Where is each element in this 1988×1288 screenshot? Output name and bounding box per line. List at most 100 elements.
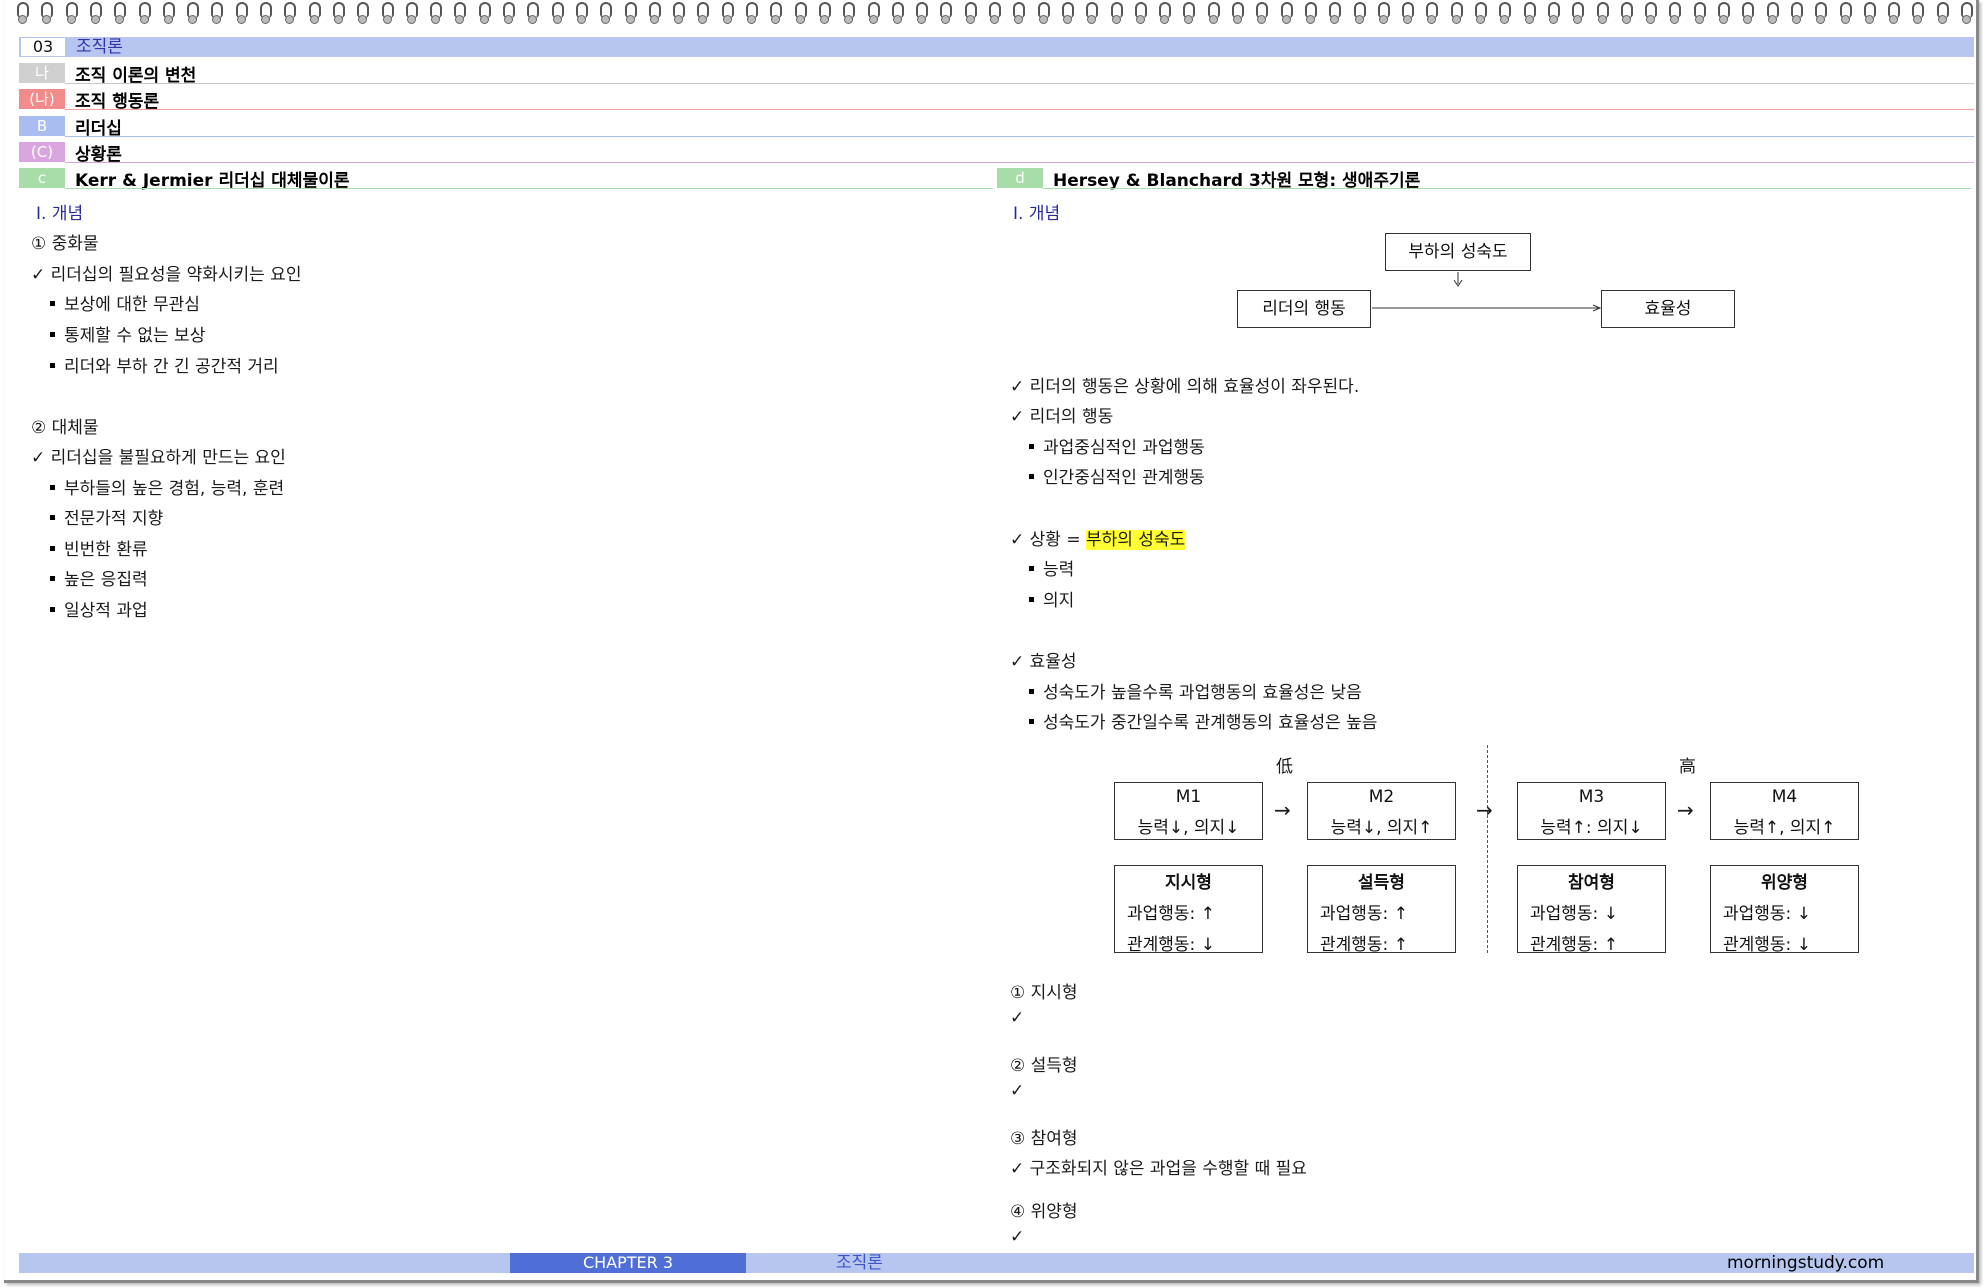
binder-ring-icon (575, 2, 588, 26)
diagram-label: 부하의 성숙도 (1408, 242, 1508, 262)
binder-ring-icon (259, 2, 272, 26)
binder-ring-icon (210, 2, 224, 26)
binder-ring-icon (1353, 2, 1366, 26)
style-relation: 관계행동: ↓ (1723, 935, 1811, 955)
arrow-icon: → (1274, 798, 1291, 822)
low-label: 低 (1276, 757, 1293, 777)
binder-ring-icon (1571, 2, 1585, 26)
binder-ring-icon (891, 2, 904, 26)
list-item-text: 부하들의 높은 경험, 능력, 훈련 (64, 479, 285, 499)
binder-ring-icon (1668, 2, 1682, 26)
binder-ring-icon (867, 2, 880, 26)
list-item: 부하들의 높은 경험, 능력, 훈련 (50, 474, 284, 499)
binder-ring-icon (1061, 2, 1074, 26)
maturity-box-m3: M3 능력↑: 의지↓ (1517, 782, 1666, 840)
maturity-box-m1: M1 능력↓, 의지↓ (1114, 782, 1263, 840)
binder-ring-icon (1280, 2, 1293, 26)
binder-ring-icon (745, 2, 758, 26)
binder-ring-icon (551, 2, 564, 26)
section-title: 조직론 (76, 37, 123, 57)
header-title: 상황론 (75, 144, 122, 165)
binder-ring-icon (818, 2, 831, 26)
bullet-icon (1029, 443, 1034, 449)
left-subheading-2: ② 대체물 (31, 418, 99, 438)
binder-ring-icon (356, 2, 370, 26)
header-row-1: 나 조직 이론의 변천 (19, 63, 196, 86)
maturity-code: M3 (1578, 787, 1605, 807)
list-item-text: 보상에 대한 무관심 (64, 295, 200, 315)
right-check-2: ✓ 리더의 행동 (1010, 407, 1114, 427)
binder-ring-icon (1523, 2, 1536, 26)
page: 03 조직론 나 조직 이론의 변천 (나) 조직 행동론 B 리더십 (C) … (4, 0, 1979, 1283)
binder-ring-icon (405, 2, 418, 26)
item-title: ① 지시형 (1010, 983, 1078, 1003)
bullet-icon (50, 606, 55, 612)
style-name: 지시형 (1165, 873, 1212, 893)
header-tag: (나) (19, 89, 65, 109)
check-text: ✓ 상황 = (1010, 530, 1081, 550)
left-heading: Ⅰ. 개념 (36, 204, 84, 224)
footer-bar (19, 1253, 1974, 1273)
list-item: 빈번한 환류 (50, 535, 148, 560)
binder-ring-icon (1741, 2, 1755, 26)
header-line (65, 162, 1974, 163)
binder-ring-icon (721, 2, 734, 26)
binder-ring-icon (1911, 2, 1925, 26)
list-item-text: 성숙도가 중간일수록 관계행동의 효율성은 높음 (1043, 713, 1378, 733)
binder-ring-icon (1596, 2, 1609, 26)
style-box-delegating: 위양형 과업행동: ↓ 관계행동: ↓ (1710, 865, 1859, 955)
header-tag: 나 (19, 63, 65, 83)
bullet-icon (50, 300, 55, 306)
list-item-text: 전문가적 지향 (64, 509, 164, 529)
list-item-text: 의지 (1043, 591, 1075, 611)
binder-ring-icon (1304, 2, 1317, 26)
right-check-3: ✓ 상황 = 부하의 성숙도 (1010, 525, 1186, 550)
binder-ring-icon (988, 2, 1001, 26)
right-column-header: d Hersey & Blanchard 3차원 모형: 생애주기론 (997, 168, 1420, 191)
style-name: 설득형 (1358, 873, 1405, 893)
binder-ring-icon (1450, 2, 1463, 26)
binder-ring-icon (1790, 2, 1803, 26)
bullet-icon (1029, 688, 1034, 694)
diagram-connectors (1372, 272, 1602, 312)
binder-ring-icon (1085, 2, 1099, 26)
header-line (65, 83, 1974, 84)
maturity-box-m2: M2 능력↓, 의지↑ (1307, 782, 1456, 840)
left-column-header: c Kerr & Jermier 리더십 대체물이론 (19, 168, 349, 191)
header-line (65, 136, 1974, 137)
list-item-text: 과업중심적인 과업행동 (1043, 438, 1205, 458)
footer-chapter: CHAPTER 3 (510, 1253, 746, 1273)
header-row-3: B 리더십 (19, 116, 122, 139)
left-check-1: ✓ 리더십의 필요성을 약화시키는 요인 (31, 265, 302, 285)
binder-ring-icon (65, 2, 78, 26)
list-item: 보상에 대한 무관심 (50, 290, 200, 315)
list-item: 의지 (1029, 586, 1074, 611)
binder-ring-icon (1182, 2, 1196, 26)
list-item: 인간중심적인 관계행동 (1029, 463, 1205, 488)
list-item-text: 인간중심적인 관계행동 (1043, 468, 1205, 488)
binder-ring-icon (138, 2, 151, 26)
binder-ring-icon (1620, 2, 1633, 26)
binder-ring-icon (1328, 2, 1342, 26)
style-box-selling: 설득형 과업행동: ↑ 관계행동: ↑ (1307, 865, 1456, 955)
right-check-4: ✓ 효율성 (1010, 652, 1077, 672)
bullet-icon (1029, 565, 1034, 571)
binder-ring-icon (1814, 2, 1828, 26)
header-line (65, 188, 993, 189)
binder-ring-icon (1693, 2, 1706, 26)
list-item: 과업중심적인 과업행동 (1029, 433, 1205, 458)
list-item: 전문가적 지향 (50, 504, 163, 529)
list-item-text: 일상적 과업 (64, 601, 148, 621)
list-item: 성숙도가 중간일수록 관계행동의 효율성은 높음 (1029, 708, 1377, 733)
binder-ring-icon (769, 2, 783, 26)
bullet-icon (50, 362, 55, 368)
footer-title: 조직론 (836, 1253, 883, 1273)
bullet-icon (50, 331, 55, 337)
binder-ring-icon (502, 2, 515, 26)
maturity-desc: 능력↑: 의지↓ (1540, 818, 1643, 838)
binder-ring-icon (1110, 2, 1123, 26)
binder-ring-icon (624, 2, 637, 26)
header-title: 조직 행동론 (75, 91, 160, 112)
item-title: ④ 위양형 (1010, 1202, 1078, 1222)
binder-ring-icon (1401, 2, 1415, 26)
